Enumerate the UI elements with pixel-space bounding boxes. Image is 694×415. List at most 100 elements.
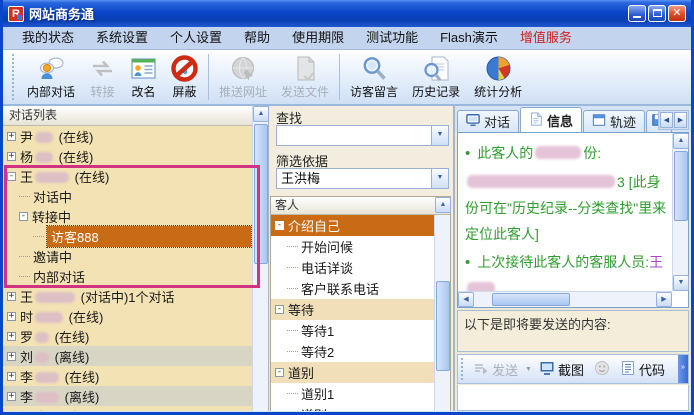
chevron-down-icon[interactable]: ▼	[431, 169, 448, 188]
menu-item-0[interactable]: 我的状态	[11, 27, 85, 49]
menu-item-2[interactable]: 个人设置	[159, 27, 233, 49]
tree-connector	[19, 275, 30, 277]
tree-row[interactable]: + 李 (在线)	[3, 366, 253, 386]
scroll-down-button[interactable]: ▼	[673, 275, 689, 291]
compose-input[interactable]	[457, 385, 689, 411]
toolbar-button-transfer[interactable]: 转接	[82, 50, 123, 104]
toolbar-button-internal-chat[interactable]: 内部对话	[20, 50, 82, 104]
tree-row[interactable]: 内部对话	[3, 266, 253, 286]
info-bullet: • 此客人的 份:	[465, 140, 670, 167]
scroll-right-button[interactable]: ▶	[656, 292, 672, 307]
expand-icon[interactable]: +	[7, 291, 16, 301]
filter-combobox[interactable]: 王洪梅 ▼	[276, 168, 449, 189]
expand-icon[interactable]: +	[7, 391, 16, 401]
scrollbar-thumb[interactable]	[436, 281, 450, 371]
scrollbar-thumb[interactable]	[492, 293, 570, 306]
tree-row[interactable]: + 王 (对话中)1个对话	[3, 286, 253, 306]
menu-item-3[interactable]: 帮助	[233, 27, 281, 49]
chevron-down-icon[interactable]: ▼	[525, 366, 532, 373]
menu-item-5[interactable]: 测试功能	[355, 27, 429, 49]
close-button[interactable]: ✕	[668, 5, 686, 22]
expand-icon[interactable]: +	[7, 351, 16, 361]
scroll-up-button[interactable]: ▲	[435, 197, 451, 213]
tab-chat[interactable]: 对话	[457, 110, 520, 132]
tab-info[interactable]: 信息	[520, 107, 583, 132]
tree-row[interactable]: 访客888	[3, 224, 253, 248]
toolbar-separator	[339, 54, 341, 100]
tree-row[interactable]: - 转接中	[3, 206, 253, 226]
toolbar-button-stats[interactable]: 统计分析	[467, 50, 529, 104]
collapse-icon[interactable]: -	[275, 221, 284, 230]
tree-row[interactable]: +解伟 (在线)	[3, 406, 253, 411]
menu-item-6[interactable]: Flash演示	[429, 27, 509, 49]
scrollbar-thumb[interactable]	[674, 151, 688, 221]
tree-row[interactable]: + 杨 (在线)	[3, 146, 253, 166]
code-button[interactable]: 代码	[615, 358, 670, 381]
conversation-scrollbar[interactable]: ▲	[252, 106, 269, 411]
tab-track[interactable]: 轨迹	[583, 110, 646, 132]
guest-list-scrollbar[interactable]: ▲	[434, 197, 451, 411]
toolbar-button-visitor-message[interactable]: 访客留言	[343, 50, 405, 104]
menu-item-7[interactable]: 增值服务	[509, 27, 583, 49]
collapse-icon[interactable]: -	[19, 211, 28, 221]
tree-row[interactable]: -王 (在线)	[3, 166, 253, 186]
expand-icon[interactable]: +	[7, 151, 16, 161]
tree-row[interactable]: - 道别	[271, 362, 434, 383]
tree-row[interactable]: + 罗 (在线)	[3, 326, 253, 346]
tree-row[interactable]: + 刘 (离线)	[3, 346, 253, 366]
tree-row[interactable]: 道别1	[271, 383, 434, 404]
tree-row-label: 时 (在线)	[20, 309, 104, 325]
toolbar-button-push-url[interactable]: 推送网址	[212, 50, 274, 104]
app-window: R 网站商务通 ✕ 我的状态 系统设置 个人设置 帮助 使用期限 测试功能 Flash演示增…	[0, 0, 694, 415]
tree-row[interactable]: + 尹 (在线)	[3, 126, 253, 146]
toolbar-button-rename[interactable]: 改名	[123, 50, 164, 104]
collapse-icon[interactable]: -	[275, 305, 284, 314]
minimize-button[interactable]	[628, 5, 646, 22]
tree-row[interactable]: 邀请中	[3, 246, 253, 266]
find-combobox[interactable]: ▼	[276, 125, 449, 146]
scrollbar-thumb[interactable]	[254, 124, 268, 264]
tree-row[interactable]: + 李 (离线)	[3, 386, 253, 406]
tree-row-label: 道别1	[301, 387, 335, 402]
chevron-down-icon[interactable]: ▼	[431, 126, 448, 145]
tree-row[interactable]: 等待2	[271, 341, 434, 362]
collapse-icon[interactable]: -	[275, 368, 284, 377]
expand-icon[interactable]: +	[7, 371, 16, 381]
toolbar-overflow-button[interactable]: »	[678, 355, 688, 383]
scroll-left-button[interactable]: ◀	[458, 292, 474, 307]
pending-content-panel: 以下是即将要发送的内容:	[457, 310, 689, 352]
info-text-segment: 上次接待此客人的客服人员:	[477, 254, 650, 270]
toolbar-button-label: 改名	[131, 84, 156, 99]
tree-row[interactable]: - 介绍自己	[271, 215, 434, 236]
info-horizontal-scrollbar[interactable]: ◀ ▶	[458, 291, 672, 307]
tab-scroll-buttons: ◀ ▶	[658, 110, 689, 130]
toolbar-button-history[interactable]: 历史记录	[405, 50, 467, 104]
tree-row[interactable]: 客户联系电话	[271, 278, 434, 299]
maximize-button[interactable]	[648, 5, 666, 22]
tree-row[interactable]: 开始问候	[271, 236, 434, 257]
menu-item-4[interactable]: 使用期限	[281, 27, 355, 49]
tree-row[interactable]: 电话详谈	[271, 257, 434, 278]
tree-row[interactable]: 对话中	[3, 186, 253, 206]
tab-scroll-left-button[interactable]: ◀	[660, 112, 673, 128]
tree-row-label: 内部对话	[33, 269, 86, 285]
menu-item-1[interactable]: 系统设置	[85, 27, 159, 49]
tree-row[interactable]: 道别2	[271, 404, 434, 411]
screenshot-button[interactable]: 截图	[534, 358, 589, 381]
send-button[interactable]: 发送	[468, 358, 523, 381]
scroll-up-button[interactable]: ▲	[253, 106, 269, 122]
tab-scroll-right-button[interactable]: ▶	[674, 112, 687, 128]
scroll-up-button[interactable]: ▲	[673, 133, 689, 149]
expand-icon[interactable]: +	[7, 331, 16, 341]
menu-bar: 我的状态 系统设置 个人设置 帮助 使用期限 测试功能 Flash演示 增值服务	[3, 27, 691, 50]
toolbar-button-block[interactable]: 屏蔽	[164, 50, 205, 104]
toolbar-button-send-file[interactable]: 发送文件	[274, 50, 336, 104]
expand-icon[interactable]: +	[7, 311, 16, 321]
collapse-icon[interactable]: -	[7, 171, 16, 181]
expand-icon[interactable]: +	[7, 131, 16, 141]
tree-row[interactable]: - 等待	[271, 299, 434, 320]
tree-row[interactable]: + 时 (在线)	[3, 306, 253, 326]
info-vertical-scrollbar[interactable]: ▲ ▼	[672, 133, 689, 291]
tree-row[interactable]: 等待1	[271, 320, 434, 341]
emoticon-button[interactable]	[589, 358, 615, 381]
